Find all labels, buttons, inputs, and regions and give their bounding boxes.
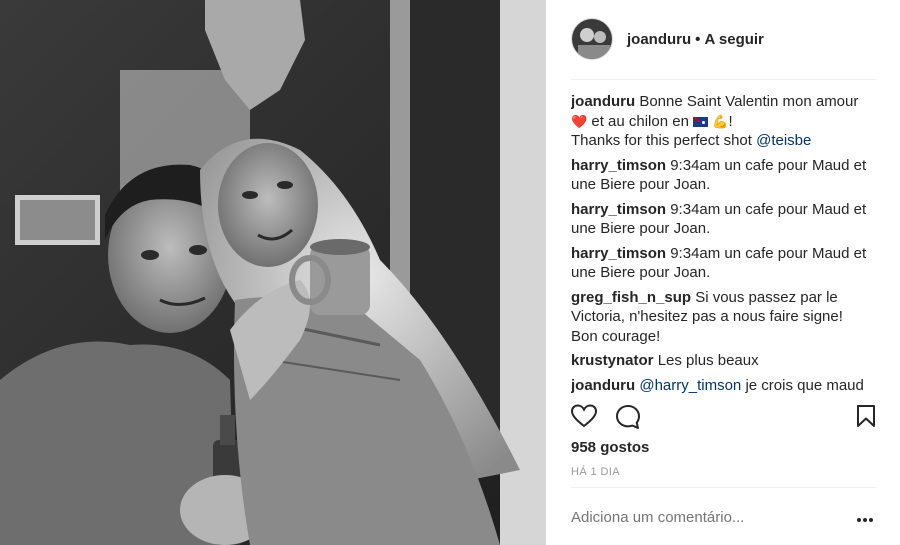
comment-username[interactable]: harry_timson bbox=[571, 157, 666, 174]
separator-dot: • bbox=[695, 30, 701, 48]
heart-outline-icon[interactable] bbox=[570, 404, 598, 433]
username-link[interactable]: joanduru bbox=[627, 31, 691, 48]
post-details-panel: joanduru • A seguir joanduru Bonne Saint V… bbox=[546, 0, 900, 545]
caption-text-4: Thanks for this perfect shot bbox=[571, 132, 757, 149]
comment-username[interactable]: joanduru bbox=[571, 93, 635, 110]
post-timestamp[interactable]: HÁ 1 DIA bbox=[571, 466, 620, 478]
action-bar bbox=[570, 404, 876, 435]
bookmark-icon[interactable] bbox=[856, 404, 876, 433]
caption-comment: joanduru Bonne Saint Valentin mon amour … bbox=[571, 92, 871, 151]
comment-divider bbox=[571, 487, 876, 488]
comment-item: greg_fish_n_sup Si vous passez par le Vi… bbox=[571, 288, 871, 347]
header-divider bbox=[571, 79, 876, 80]
comment-text: je crois que maud bbox=[741, 376, 864, 394]
speech-bubble-icon[interactable] bbox=[615, 404, 641, 435]
comment-item: harry_timson 9:34am un cafe pour Maud et… bbox=[571, 200, 871, 239]
scrollbar-track[interactable] bbox=[892, 80, 898, 396]
mention-link[interactable]: @harry_timson bbox=[639, 377, 741, 394]
avatar[interactable] bbox=[571, 18, 613, 60]
comment-username[interactable]: joanduru bbox=[571, 377, 635, 394]
comment-item: krustynator Les plus beaux bbox=[571, 351, 871, 371]
photo-image bbox=[0, 0, 546, 545]
caption-text-2: et au chilon en bbox=[587, 112, 694, 130]
comments-list[interactable]: joanduru Bonne Saint Valentin mon amour … bbox=[571, 92, 871, 396]
comment-item: harry_timson 9:34am un cafe pour Maud et… bbox=[571, 244, 871, 283]
comment-username[interactable]: greg_fish_n_sup bbox=[571, 289, 691, 306]
avatar-image bbox=[572, 19, 612, 59]
comments-scrollbar[interactable] bbox=[892, 80, 898, 396]
add-comment-input[interactable] bbox=[571, 505, 841, 529]
likes-count[interactable]: 958 gostos bbox=[571, 439, 649, 456]
more-options-icon[interactable] bbox=[857, 509, 877, 525]
muscle-emoji-icon: 💪 bbox=[712, 113, 729, 129]
header-names: joanduru • A seguir bbox=[627, 31, 764, 48]
comment-item: harry_timson 9:34am un cafe pour Maud et… bbox=[571, 156, 871, 195]
caption-text-1: Bonne Saint Valentin mon amour bbox=[635, 93, 859, 110]
comment-username[interactable]: harry_timson bbox=[571, 201, 666, 218]
comment-item: joanduru @harry_timson je crois que maud bbox=[571, 376, 871, 396]
heart-emoji-icon: ❤️ bbox=[571, 113, 588, 129]
mention-link[interactable]: @teisbe bbox=[756, 132, 811, 149]
comment-username[interactable]: harry_timson bbox=[571, 245, 666, 262]
comment-text: Les plus beaux bbox=[653, 352, 759, 369]
post-header: joanduru • A seguir bbox=[571, 17, 876, 61]
follow-button[interactable]: A seguir bbox=[704, 31, 763, 48]
comment-username[interactable]: krustynator bbox=[571, 352, 654, 369]
caption-text-3: ! bbox=[728, 112, 733, 130]
flag-emoji-icon bbox=[693, 116, 709, 127]
post-photo[interactable] bbox=[0, 0, 546, 545]
